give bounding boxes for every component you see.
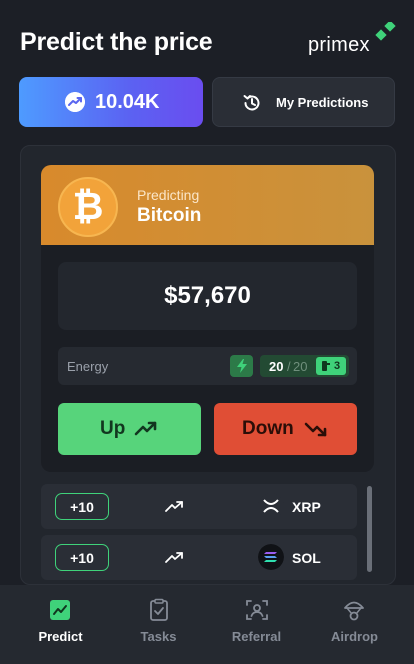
price-display: $57,670: [58, 262, 357, 330]
coin-name: Bitcoin: [137, 205, 202, 226]
trend-up-icon: [165, 552, 183, 563]
down-button[interactable]: Down: [214, 403, 357, 455]
sol-icon: [258, 544, 284, 570]
trend-up-circle-icon: [65, 92, 85, 112]
bitcoin-symbol: ₿: [72, 186, 104, 228]
coin-name-xrp: XRP: [292, 499, 321, 515]
boost-count: 3: [334, 360, 341, 372]
coin-header: ₿ Predicting Bitcoin: [41, 165, 374, 245]
predicting-label: Predicting: [137, 187, 200, 203]
tab-referral-label: Referral: [231, 629, 282, 644]
bitcoin-icon: ₿: [58, 177, 118, 237]
tab-predict-label: Predict: [38, 629, 83, 644]
header: Predict the price primex: [0, 0, 414, 72]
energy-label: Energy: [67, 359, 109, 374]
lightning-icon: [230, 355, 253, 377]
trend-up-icon: [134, 421, 157, 436]
scrollbar[interactable]: [367, 486, 372, 572]
trend-up-icon: [165, 501, 183, 512]
balance-button[interactable]: 10.04K: [19, 77, 203, 127]
coin-row-sol[interactable]: +10 SOL: [41, 535, 357, 580]
history-icon: [243, 95, 260, 111]
logo-mark-icon: [375, 22, 396, 41]
referral-icon: [246, 600, 268, 620]
chart-icon: [50, 600, 70, 620]
energy-boost-badge[interactable]: 3: [316, 357, 346, 375]
tab-tasks[interactable]: Tasks: [107, 585, 210, 664]
prediction-card: ₿ Predicting Bitcoin $57,670 Energy 20 /…: [41, 165, 374, 472]
tab-predict[interactable]: Predict: [9, 585, 112, 664]
my-predictions-label: My Predictions: [276, 95, 369, 110]
reward-badge: +10: [55, 493, 109, 520]
energy-current: 20: [269, 359, 284, 374]
tab-airdrop-label: Airdrop: [331, 629, 378, 644]
up-label: Up: [100, 418, 126, 439]
airdrop-icon: [344, 601, 364, 621]
energy-row: Energy 20 / 20 3: [58, 347, 357, 385]
primex-logo: primex: [306, 22, 398, 58]
tab-tasks-label: Tasks: [140, 629, 177, 644]
trend-down-icon: [304, 422, 327, 437]
bottom-tab-bar: Predict Tasks Referral Airdrop: [0, 585, 414, 664]
tasks-icon: [150, 598, 168, 621]
boost-icon: [322, 361, 330, 371]
logo-text: primex: [308, 34, 370, 56]
xrp-icon: [258, 493, 284, 519]
my-predictions-button[interactable]: My Predictions: [212, 77, 395, 127]
up-button[interactable]: Up: [58, 403, 201, 455]
price-value: $57,670: [164, 282, 251, 309]
energy-max: 20: [293, 359, 308, 374]
coin-row-xrp[interactable]: +10 XRP: [41, 484, 357, 529]
tab-referral[interactable]: Referral: [205, 585, 308, 664]
balance-value: 10.04K: [95, 91, 160, 113]
page-title: Predict the price: [20, 28, 213, 56]
tab-airdrop[interactable]: Airdrop: [303, 585, 406, 664]
energy-meter: 20 / 20 3: [260, 355, 349, 377]
coin-list: +10 XRP +10 SOL: [41, 484, 357, 584]
down-label: Down: [242, 418, 294, 439]
energy-separator: /: [287, 359, 291, 374]
reward-badge: +10: [55, 544, 109, 571]
coin-name-sol: SOL: [292, 550, 321, 566]
